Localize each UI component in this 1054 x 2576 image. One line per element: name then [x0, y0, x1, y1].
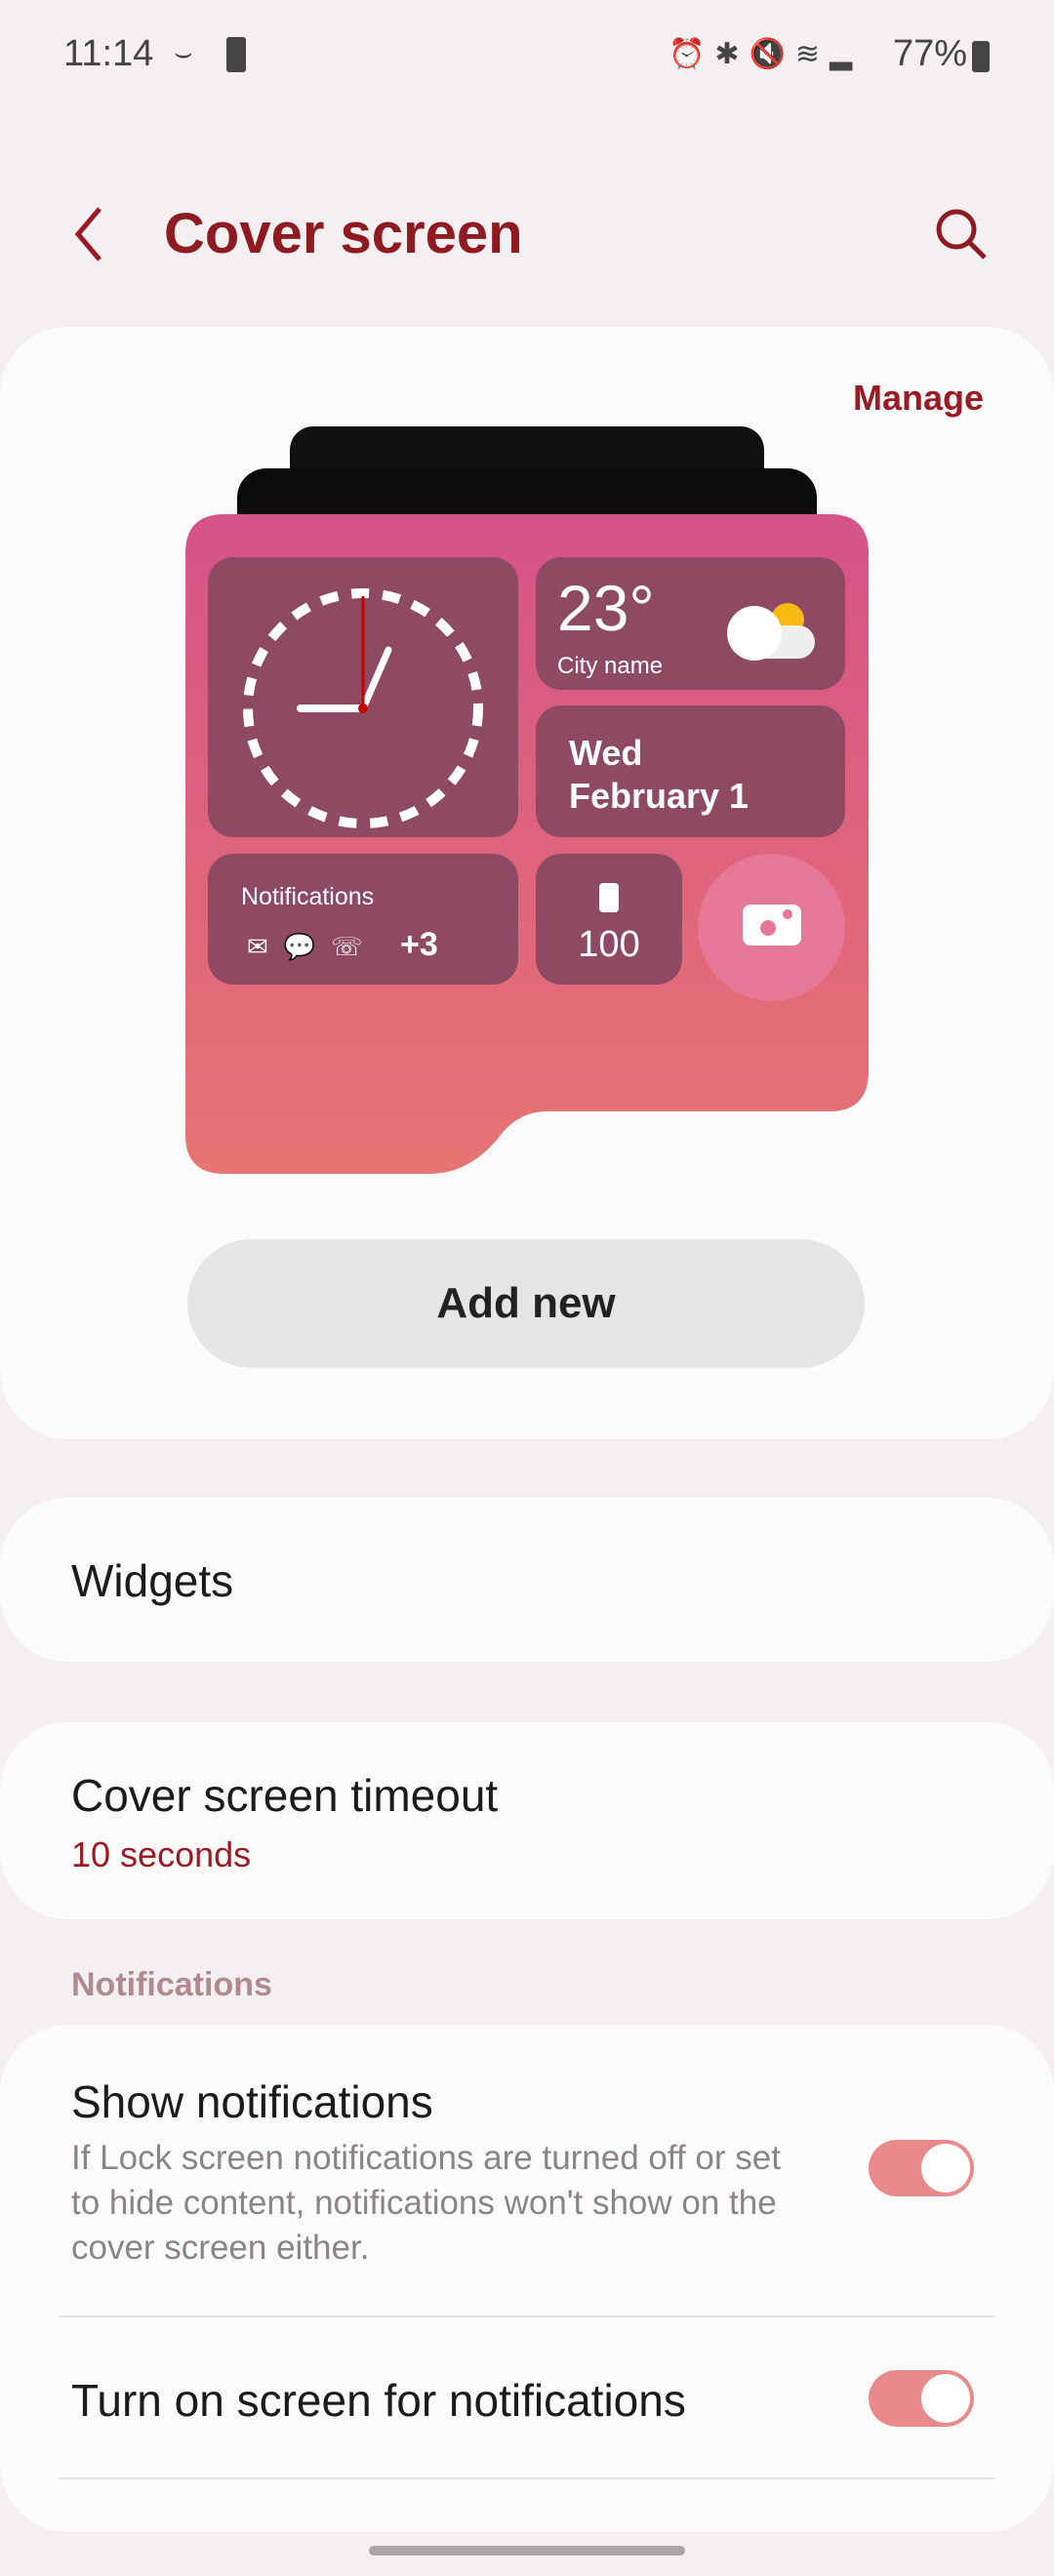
notifications-widget[interactable]: Notifications ✉💬☏ +3	[208, 854, 518, 985]
camera-widget[interactable]	[698, 854, 845, 1001]
show-notifications-description: If Lock screen notifications are turned …	[71, 2139, 781, 2267]
clock-widget[interactable]	[208, 557, 518, 837]
show-notifications-toggle[interactable]	[869, 2140, 974, 2196]
divider	[59, 2477, 995, 2479]
partly-cloudy-icon	[727, 603, 815, 661]
show-notifications-title: Show notifications	[71, 2076, 433, 2127]
timeout-item[interactable]: Cover screen timeout 10 seconds	[0, 1722, 1054, 1919]
battery-percent: 77%	[893, 33, 968, 74]
notifications-more: +3	[400, 926, 438, 963]
notifications-card: Show notifications If Lock screen notifi…	[0, 2025, 1054, 2532]
turn-on-screen-toggle[interactable]	[869, 2370, 974, 2427]
weather-widget[interactable]: 23° City name	[536, 557, 845, 690]
page-title: Cover screen	[164, 202, 523, 265]
amazon-icon: ⌣	[174, 37, 193, 69]
widgets-item[interactable]: Widgets	[0, 1498, 1054, 1662]
battery-icon	[972, 41, 990, 72]
section-header-notifications: Notifications	[71, 1966, 272, 2003]
status-time: 11:14	[63, 33, 154, 74]
notification-app-icons: ✉💬☏	[247, 932, 379, 961]
divider	[59, 2315, 995, 2317]
battery-value: 100	[578, 924, 640, 965]
battery-widget[interactable]: 100	[536, 854, 682, 985]
analog-clock	[243, 588, 483, 828]
widgets-label: Widgets	[71, 1555, 234, 1606]
battery-icon	[599, 883, 619, 912]
timeout-value: 10 seconds	[71, 1834, 252, 1874]
date-full: February 1	[569, 776, 750, 816]
camera-icon	[743, 905, 801, 946]
weather-city: City name	[557, 653, 664, 679]
date-widget[interactable]: Wed February 1	[536, 705, 845, 837]
notifications-label: Notifications	[241, 883, 375, 910]
cup-icon	[226, 37, 246, 72]
timeout-title: Cover screen timeout	[71, 1770, 499, 1821]
manage-link[interactable]: Manage	[853, 378, 984, 419]
search-button[interactable]	[932, 205, 991, 263]
back-button[interactable]	[70, 203, 109, 265]
preview-card: Manage 23° City name Wed February 1 Noti…	[0, 327, 1054, 1439]
date-day: Wed	[569, 733, 643, 773]
weather-temp: 23°	[557, 572, 655, 644]
turn-on-screen-title: Turn on screen for notifications	[71, 2375, 686, 2426]
status-icons: ⏰✱🔇≋▂	[669, 38, 863, 70]
gesture-nav-handle[interactable]	[369, 2546, 685, 2556]
add-new-button[interactable]: Add new	[187, 1239, 865, 1368]
